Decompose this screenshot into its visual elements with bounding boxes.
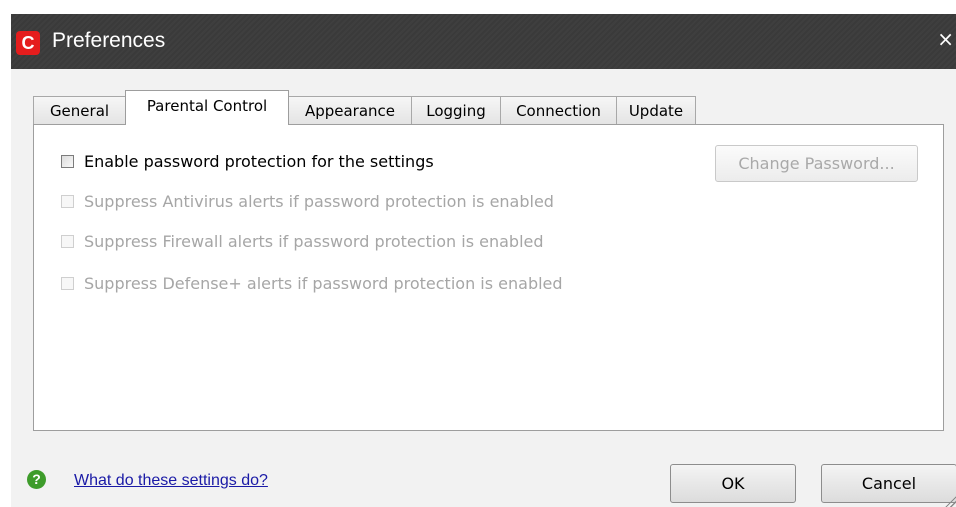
tab-connection[interactable]: Connection [500,96,617,124]
title-bar[interactable]: C Preferences × [11,14,956,69]
change-password-button[interactable]: Change Password... [715,145,918,182]
tab-logging[interactable]: Logging [411,96,501,124]
tab-update[interactable]: Update [616,96,696,124]
enable-password-label: Enable password protection for the setti… [84,152,434,171]
resize-grip-icon[interactable] [944,495,956,507]
suppress-firewall-row: Suppress Firewall alerts if password pro… [61,232,544,251]
suppress-antivirus-label: Suppress Antivirus alerts if password pr… [84,192,554,211]
tab-parental-control[interactable]: Parental Control [125,90,289,125]
tab-general[interactable]: General [33,96,126,124]
tab-appearance[interactable]: Appearance [288,96,412,124]
suppress-defense-label: Suppress Defense+ alerts if password pro… [84,274,563,293]
suppress-antivirus-row: Suppress Antivirus alerts if password pr… [61,192,554,211]
preferences-dialog: C Preferences × General Parental Control… [11,14,956,507]
suppress-firewall-label: Suppress Firewall alerts if password pro… [84,232,544,251]
suppress-defense-row: Suppress Defense+ alerts if password pro… [61,274,563,293]
help-link[interactable]: What do these settings do? [74,472,268,490]
suppress-firewall-checkbox[interactable] [61,235,74,248]
help-icon: ? [27,470,46,489]
enable-password-checkbox[interactable] [61,155,74,168]
enable-password-row: Enable password protection for the setti… [61,152,434,171]
app-icon-letter: C [21,33,35,53]
close-icon[interactable]: × [937,29,954,49]
ok-button[interactable]: OK [670,464,796,503]
window-title: Preferences [52,29,166,52]
suppress-defense-checkbox[interactable] [61,277,74,290]
comodo-logo-icon: C [16,31,40,55]
parental-control-panel: Enable password protection for the setti… [33,124,944,431]
cancel-button[interactable]: Cancel [821,464,956,503]
suppress-antivirus-checkbox[interactable] [61,195,74,208]
